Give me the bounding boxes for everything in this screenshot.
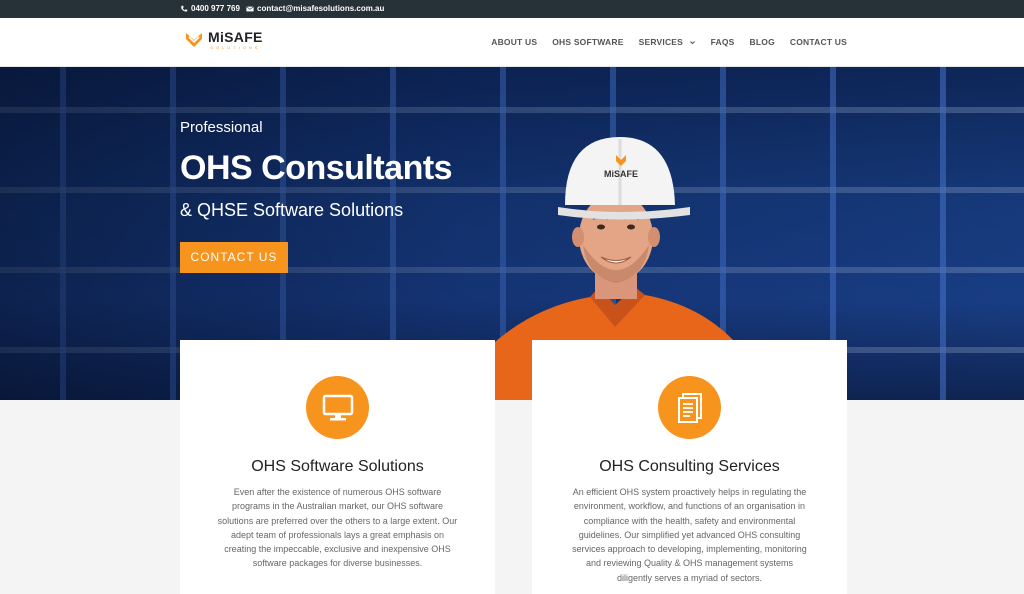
phone-icon <box>181 5 188 12</box>
monitor-icon <box>306 376 369 439</box>
hero-subtitle: & QHSE Software Solutions <box>180 200 404 220</box>
chevron-shield-icon <box>186 33 202 47</box>
card-description: Even after the existence of numerous OHS… <box>217 487 458 569</box>
nav-blog[interactable]: BLOG <box>750 37 775 47</box>
hero-contact-button[interactable]: CONTACT US <box>180 242 288 273</box>
email-contact[interactable]: contact@misafesolutions.com.au <box>246 4 384 13</box>
logo-wordmark: MiSAFE <box>208 29 263 45</box>
service-card-software[interactable]: OHS Software Solutions Even after the ex… <box>180 340 495 594</box>
logo-tagline: SOLUTIONS <box>210 45 261 50</box>
site-header: MiSAFE SOLUTIONS ABOUT US OHS SOFTWARE S… <box>0 18 1024 67</box>
helmet-logo-text: MiSAFE <box>604 169 638 179</box>
nav-about-us[interactable]: ABOUT US <box>491 37 537 47</box>
logo-text: MiSAFE SOLUTIONS <box>208 30 263 50</box>
site-logo[interactable]: MiSAFE SOLUTIONS <box>184 30 263 50</box>
hero-banner: Professional OHS Consultants & QHSE Soft… <box>0 67 1024 400</box>
card-description: An efficient OHS system proactively help… <box>572 487 807 583</box>
service-card-consulting[interactable]: OHS Consulting Services An efficient OHS… <box>532 340 847 594</box>
nav-faqs[interactable]: FAQS <box>711 37 735 47</box>
document-icon <box>658 376 721 439</box>
card-title: OHS Consulting Services <box>599 458 780 475</box>
nav-ohs-software[interactable]: OHS SOFTWARE <box>552 37 623 47</box>
envelope-icon <box>246 5 254 11</box>
nav-services-label: SERVICES <box>638 37 684 47</box>
hero-title: OHS Consultants <box>180 149 453 187</box>
card-title: OHS Software Solutions <box>251 458 424 475</box>
main-nav: ABOUT US OHS SOFTWARE SERVICES FAQS BLOG… <box>491 37 847 47</box>
phone-contact[interactable]: 0400 977 769 <box>180 4 240 13</box>
hero-eyebrow: Professional <box>180 119 263 136</box>
chevron-down-icon <box>689 41 695 45</box>
nav-contact-us[interactable]: CONTACT US <box>790 37 847 47</box>
top-bar: 0400 977 769 contact@misafesolutions.com… <box>0 0 1024 18</box>
email-address: contact@misafesolutions.com.au <box>257 4 385 13</box>
phone-number: 0400 977 769 <box>191 4 240 13</box>
nav-services[interactable]: SERVICES <box>639 37 696 47</box>
